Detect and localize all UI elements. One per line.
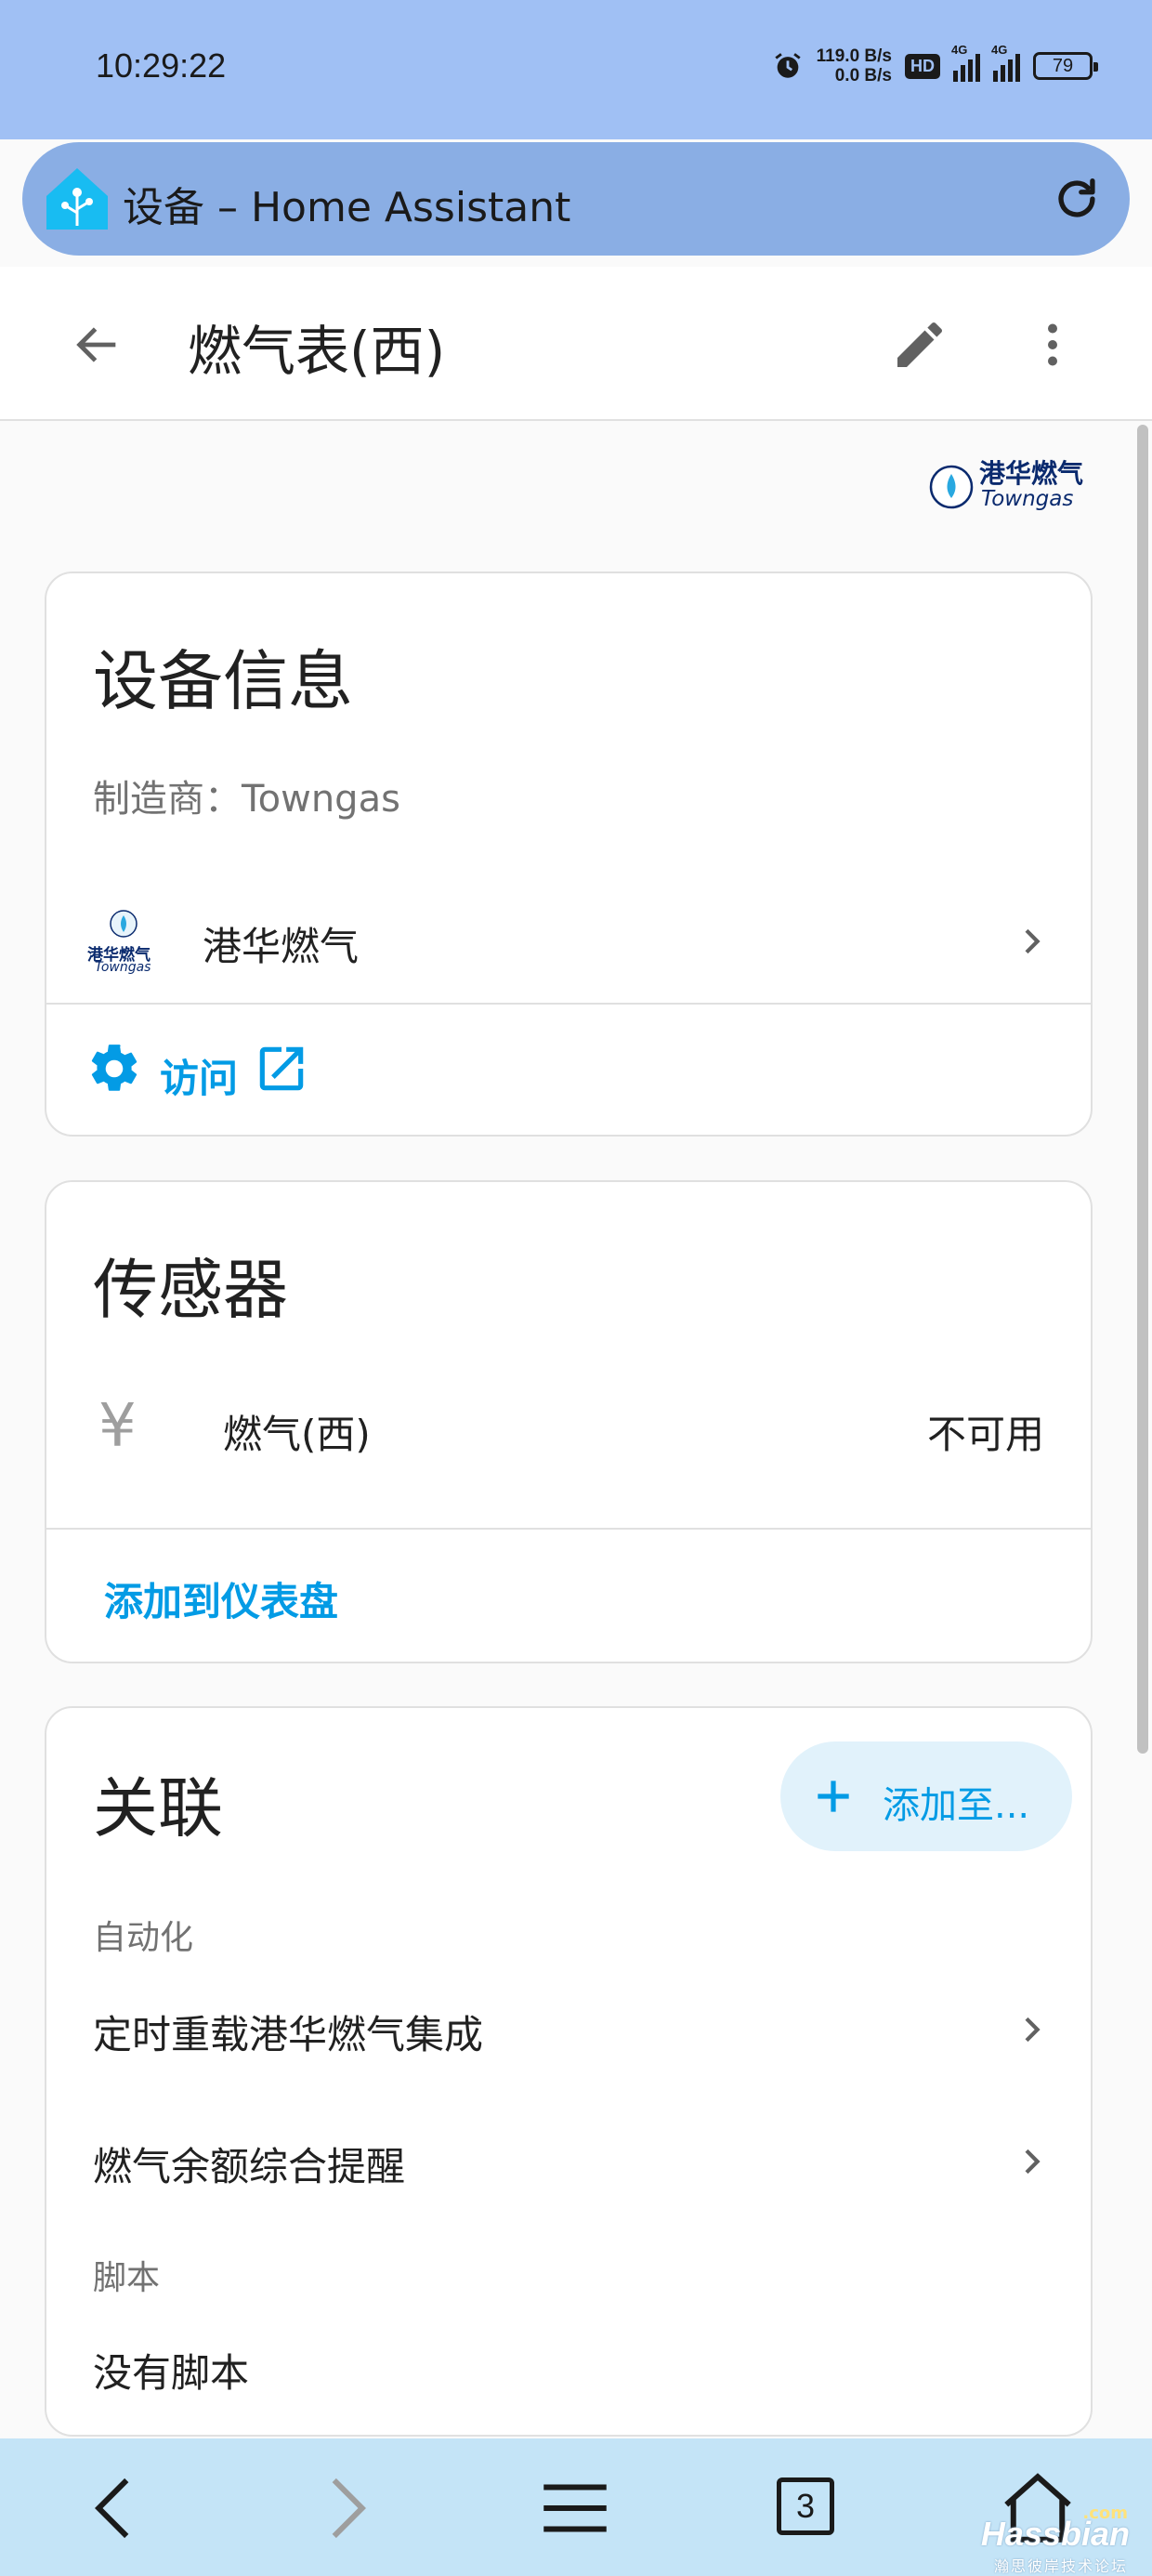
page-scrollbar[interactable] xyxy=(1137,425,1148,1754)
status-time: 10:29:22 xyxy=(96,46,227,85)
visit-link[interactable]: 访问 xyxy=(46,1003,1091,1135)
tab-count-button[interactable]: 3 xyxy=(777,2477,834,2535)
integration-label: 港华燃气 xyxy=(203,924,360,969)
automation-label: 燃气余额综合提醒 xyxy=(93,2144,406,2189)
back-arrow-icon[interactable] xyxy=(71,318,124,372)
watermark-sub: 瀚思彼岸技术论坛 xyxy=(993,2557,1128,2575)
brand-logo: 港华燃气 Towngas xyxy=(927,457,1094,517)
network-speed: 119.0 B/s 0.0 B/s xyxy=(817,46,892,85)
plus-icon xyxy=(818,1781,849,1812)
signal2-label: 4G xyxy=(991,43,1008,57)
page-title: 燃气表(西) xyxy=(188,320,446,383)
script-section-label: 脚本 xyxy=(93,2259,161,2297)
open-in-new-icon xyxy=(259,1046,304,1091)
browser-forward-icon[interactable] xyxy=(303,2466,386,2550)
browser-back-icon[interactable] xyxy=(74,2466,158,2550)
device-info-card: 设备信息 制造商：Towngas 港华燃气 Towngas 港华燃气 访问 xyxy=(45,572,1093,1137)
automation-item[interactable]: 定时重载港华燃气集成 xyxy=(46,1970,1091,2091)
automation-item[interactable]: 燃气余额综合提醒 xyxy=(46,2102,1091,2223)
automation-label: 定时重载港华燃气集成 xyxy=(93,2012,484,2057)
alarm-icon xyxy=(775,53,801,78)
manufacturer-text: 制造商：Towngas xyxy=(93,778,400,821)
add-to-label: 添加至... xyxy=(883,1784,1030,1827)
browser-title: 设备 – Home Assistant xyxy=(123,184,571,231)
add-to-button[interactable]: 添加至... xyxy=(780,1741,1072,1851)
gear-icon xyxy=(91,1045,137,1091)
browser-bottom-nav: 3 .com Hassbian 瀚思彼岸技术论坛 xyxy=(0,2438,1152,2576)
related-title: 关联 xyxy=(93,1770,223,1847)
hd-badge: HD xyxy=(905,53,940,79)
watermark: Hassbian xyxy=(980,2515,1130,2553)
integration-logo-sub: Towngas xyxy=(95,960,151,975)
integration-row[interactable]: 港华燃气 Towngas 港华燃气 xyxy=(46,880,1091,1001)
sensor-state: 不可用 xyxy=(926,1412,1044,1457)
signal-icon-2: 4G xyxy=(991,43,1020,82)
battery-icon: 79 xyxy=(1033,52,1098,80)
home-assistant-logo-icon xyxy=(46,168,108,230)
towngas-logo-icon xyxy=(929,465,974,509)
sensor-row[interactable]: ¥ 燃气(西) 不可用 xyxy=(46,1368,1091,1489)
more-vert-icon[interactable] xyxy=(1025,315,1080,375)
signal-icon: 4G xyxy=(951,43,980,82)
chevron-right-icon xyxy=(1025,2149,1041,2175)
sensors-card: 传感器 ¥ 燃气(西) 不可用 添加到仪表盘 xyxy=(45,1180,1093,1663)
no-scripts-text: 没有脚本 xyxy=(93,2350,250,2396)
brand-name: 港华燃气 xyxy=(979,458,1084,489)
towngas-mini-icon xyxy=(110,910,137,938)
visit-label: 访问 xyxy=(160,1056,239,1101)
sensor-name: 燃气(西) xyxy=(223,1412,371,1457)
net-up: 119.0 B/s xyxy=(816,46,892,66)
app-toolbar: 燃气表(西) xyxy=(0,267,1152,421)
reload-icon[interactable] xyxy=(1050,172,1104,226)
browser-bar[interactable]: 设备 – Home Assistant xyxy=(22,142,1130,256)
net-down: 0.0 B/s xyxy=(834,66,892,85)
sensors-title: 传感器 xyxy=(93,1252,288,1328)
device-info-title: 设备信息 xyxy=(93,643,353,719)
status-icons: 119.0 B/s 0.0 B/s HD 4G 4G 79 xyxy=(772,43,1098,85)
chevron-right-icon xyxy=(1025,2017,1041,2043)
signal1-label: 4G xyxy=(951,43,968,57)
divider xyxy=(46,1528,1091,1530)
menu-icon[interactable] xyxy=(533,2466,617,2550)
automation-section-label: 自动化 xyxy=(93,1919,194,1957)
chevron-right-icon xyxy=(1025,928,1041,954)
add-to-dashboard-button[interactable]: 添加到仪表盘 xyxy=(104,1571,338,1627)
brand-sub: Towngas xyxy=(981,487,1074,511)
edit-pencil-icon[interactable] xyxy=(890,315,949,375)
integration-logo: 港华燃气 Towngas xyxy=(87,908,162,980)
status-bar: 10:29:22 119.0 B/s 0.0 B/s HD 4G 4G 79 xyxy=(0,0,1152,139)
related-card: 关联 添加至... 自动化 定时重载港华燃气集成 燃气余额综合提醒 脚本 没有脚… xyxy=(45,1706,1093,2437)
currency-cny-icon: ¥ xyxy=(98,1392,137,1461)
